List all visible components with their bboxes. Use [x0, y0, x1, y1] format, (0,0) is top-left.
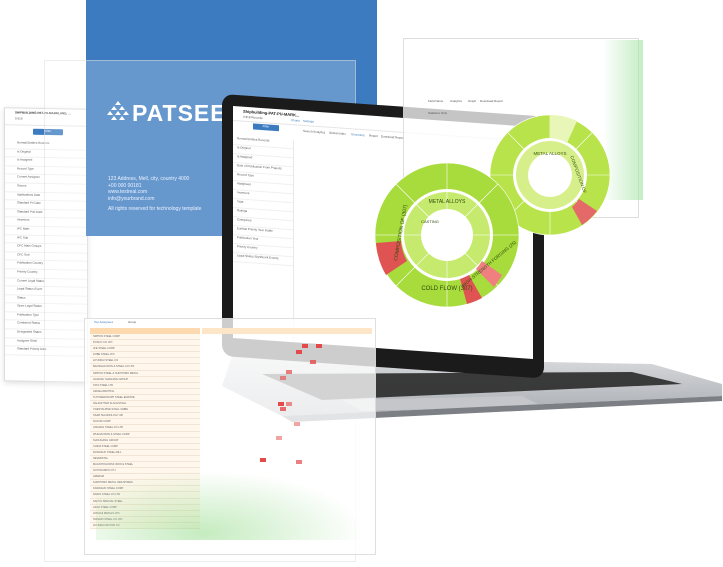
right-tab-graph[interactable]: Graph [468, 99, 476, 104]
heatmap-cell [294, 422, 300, 426]
sunburst-back-label-1: METAL ALLOYS [533, 151, 566, 156]
heatmap-cell [280, 407, 286, 411]
heatmap-column-strip [202, 328, 372, 334]
row-label: NIPPON STEEL CORP [93, 335, 120, 338]
screen-record-count: 0 818 Records [243, 114, 263, 121]
toolbar-charts[interactable]: Charts [291, 118, 300, 124]
left-panel-count: 0 818 [15, 116, 23, 121]
row-label: SHOUGANG GROUP [93, 438, 119, 442]
heatmap-cell [278, 402, 284, 406]
row-label: BAOSHAN IRON & STEEL CO LTD [93, 365, 135, 369]
heatmap-cell [296, 460, 302, 464]
heatmap-cell [286, 370, 292, 374]
right-tab-download-report[interactable]: Download Report [480, 99, 503, 104]
heatmap-cell [310, 360, 316, 364]
heatmap-cell [302, 344, 308, 348]
menu-structures[interactable]: Structures [351, 132, 365, 138]
row-label: DONGKUK STEEL MILL [93, 450, 122, 454]
screen-filter-label: Filter [262, 124, 270, 129]
row-label: VOESTALPINE STAHL GMBH [93, 408, 129, 412]
sunburst-front: COLD FLOW (307) COMPOSITION OF (307) HIG… [374, 162, 520, 308]
row-label: CHINA STEEL CORP [93, 444, 118, 448]
heatmap-cell [260, 458, 266, 462]
heatmap-filter[interactable]: Group [128, 320, 136, 325]
row-label: ANGANG STEEL CO LTD [93, 426, 124, 430]
toolbar-settings[interactable]: Settings [303, 119, 314, 125]
heatmap-table: Top Assignees Group NIPPON STEEL CORP PO… [90, 318, 375, 529]
row-label: JIANGSU SHAGANG GROUP [93, 377, 129, 381]
heatmap-cell [276, 436, 282, 440]
row-label: THYSSENKRUPP STEEL EUROPE [93, 395, 135, 399]
row-label: NUCOR CORP [93, 420, 111, 424]
sunburst-label-metal-alloys: METAL ALLOYS [429, 199, 466, 205]
heatmap-header[interactable]: Top Assignees [94, 320, 113, 325]
heatmap-cell [316, 344, 322, 348]
right-tab-field-name[interactable]: Field Name [428, 99, 443, 104]
screen-filter-button[interactable]: Filter [253, 123, 279, 132]
heatmap-toolbar: Top Assignees Group [90, 318, 375, 326]
row-label: HYUNDAI STEEL CO [93, 359, 119, 363]
menu-global-index[interactable]: Global Index [329, 131, 346, 137]
menu-search-analytics[interactable]: Search Analytics [303, 129, 325, 136]
heatmap-cell [286, 402, 292, 406]
row-label: KOBE STEEL LTD [93, 353, 115, 357]
row-label: POSCO CO LTD [93, 341, 113, 345]
row-label: SEVERSTAL [93, 456, 109, 460]
heatmap-cell [280, 376, 286, 380]
row-label: JFE STEEL CORP [93, 347, 115, 351]
row-label: SALZGITTER FLACHSTAHL [93, 402, 127, 406]
row-label: SSAB TECHNOLOGY AB [93, 414, 123, 418]
screen-sidebar: Normal Entities Records Is Original Is A… [233, 136, 294, 341]
heatmap-cell [296, 350, 302, 354]
row-label: ARCELORMITTAL [93, 389, 115, 393]
row-label: NIPPON STEEL & SUMITOMO METAL [93, 371, 139, 375]
front-green-glow [96, 470, 366, 540]
right-tab-analytics[interactable]: Analytics [450, 99, 462, 104]
sunburst-label-casting: CASTING [421, 219, 439, 224]
row-label: WUHAN IRON & STEEL CORP [93, 432, 130, 436]
row-label: MAGNITOGORSK IRON & STEEL [93, 462, 134, 466]
sunburst-charts: METAL ALLOYS COMPOSITION OF COLD FLOW (3… [374, 115, 611, 308]
row-label: TATA STEEL LTD [93, 383, 114, 387]
